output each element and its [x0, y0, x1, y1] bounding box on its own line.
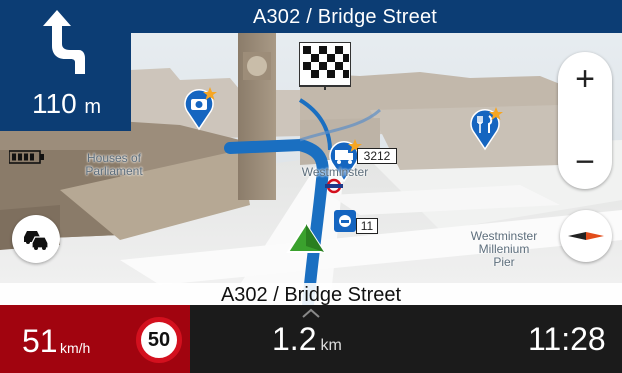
current-speed-unit: km/h [60, 340, 91, 356]
label-westminster-station: Westminster [301, 165, 369, 179]
remaining-distance: 1.2 km [272, 321, 342, 358]
zoom-out-button[interactable]: − [558, 135, 612, 189]
arrival-time: 11:28 [528, 321, 606, 357]
zoom-control: + − [558, 52, 612, 189]
current-speed-value: 51 [22, 323, 58, 359]
checkered-flag-icon [299, 42, 351, 90]
road-number-shield: 3212 [357, 148, 397, 164]
zoom-in-button[interactable]: + [558, 52, 612, 106]
current-position-arrow-icon [286, 222, 326, 253]
traffic-cars-icon [24, 231, 49, 250]
maneuver-distance-value: 110 [32, 88, 77, 119]
current-street-bar: A302 / Bridge Street [0, 283, 622, 307]
maneuver-distance: 110 m [32, 88, 101, 120]
compass-icon [568, 232, 604, 240]
maneuver-panel[interactable]: 110 m [0, 0, 131, 131]
traffic-button[interactable] [12, 215, 60, 263]
road-number-shield-2: 11 [356, 218, 378, 234]
compass-button[interactable] [560, 210, 612, 262]
bus-stop-icon [334, 210, 356, 232]
maneuver-distance-unit: m [84, 96, 102, 118]
next-street-name: A302 / Bridge Street [252, 6, 438, 28]
current-street-name: A302 / Bridge Street [220, 284, 402, 306]
label-millenium-pier: Westminster Millenium Pier [470, 229, 538, 269]
turn-left-arrow-icon [43, 10, 85, 74]
speed-limit-sign: 50 [136, 317, 182, 363]
battery-icon [9, 150, 44, 164]
speed-panel: 51 km/h 50 [0, 305, 190, 373]
remaining-distance-value: 1.2 [272, 321, 317, 357]
chevron-up-icon[interactable] [301, 308, 321, 318]
restaurant-poi-icon[interactable] [467, 105, 503, 151]
camera-poi-icon[interactable] [181, 85, 217, 131]
remaining-distance-unit: km [320, 337, 342, 354]
label-houses-of-parliament: Houses of Parliament [85, 151, 143, 178]
underground-icon [325, 178, 343, 194]
